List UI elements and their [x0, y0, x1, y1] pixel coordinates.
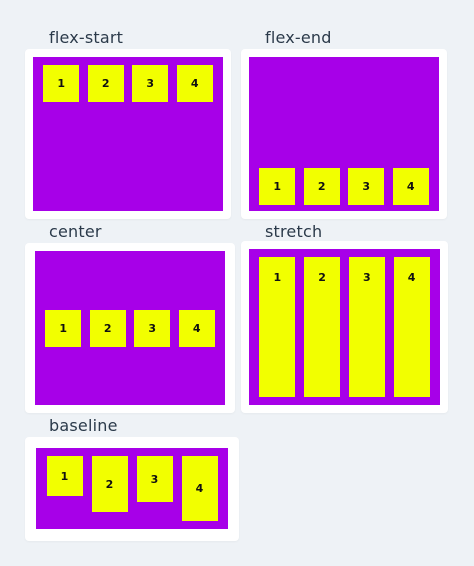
flex-container-flex-start: 1 2 3 4	[33, 57, 223, 211]
example-title-flex-end: flex-end	[265, 28, 332, 47]
flex-item-4: 4	[392, 168, 429, 205]
flex-item-1: 1	[259, 168, 296, 205]
flex-item-4: 4	[176, 65, 213, 102]
flex-container-stretch: 1 2 3 4	[249, 249, 440, 405]
flex-item-4: 4	[178, 309, 215, 347]
flex-item-4: 4	[393, 257, 430, 397]
flex-item-2: 2	[91, 456, 128, 512]
flex-item-2: 2	[89, 309, 126, 347]
example-title-center: center	[49, 222, 102, 241]
flex-item-4: 4	[181, 456, 218, 521]
flex-item-1: 1	[259, 257, 296, 397]
flex-item-1: 1	[43, 65, 80, 102]
example-title-baseline: baseline	[49, 416, 118, 435]
example-title-stretch: stretch	[265, 222, 323, 241]
flex-item-1: 1	[46, 456, 83, 496]
flex-item-2: 2	[304, 257, 341, 397]
flex-item-3: 3	[132, 65, 169, 102]
flex-item-1: 1	[45, 309, 82, 347]
flex-container-baseline: 1 2 3 4	[36, 448, 228, 529]
flex-item-3: 3	[136, 456, 173, 502]
flex-item-2: 2	[87, 65, 124, 102]
flex-container-flex-end: 1 2 3 4	[249, 57, 439, 211]
flex-container-center: 1 2 3 4	[35, 251, 225, 405]
example-title-flex-start: flex-start	[49, 28, 124, 47]
flex-item-3: 3	[348, 257, 385, 397]
flex-item-2: 2	[303, 168, 340, 205]
flex-item-3: 3	[134, 309, 171, 347]
flex-item-3: 3	[348, 168, 385, 205]
